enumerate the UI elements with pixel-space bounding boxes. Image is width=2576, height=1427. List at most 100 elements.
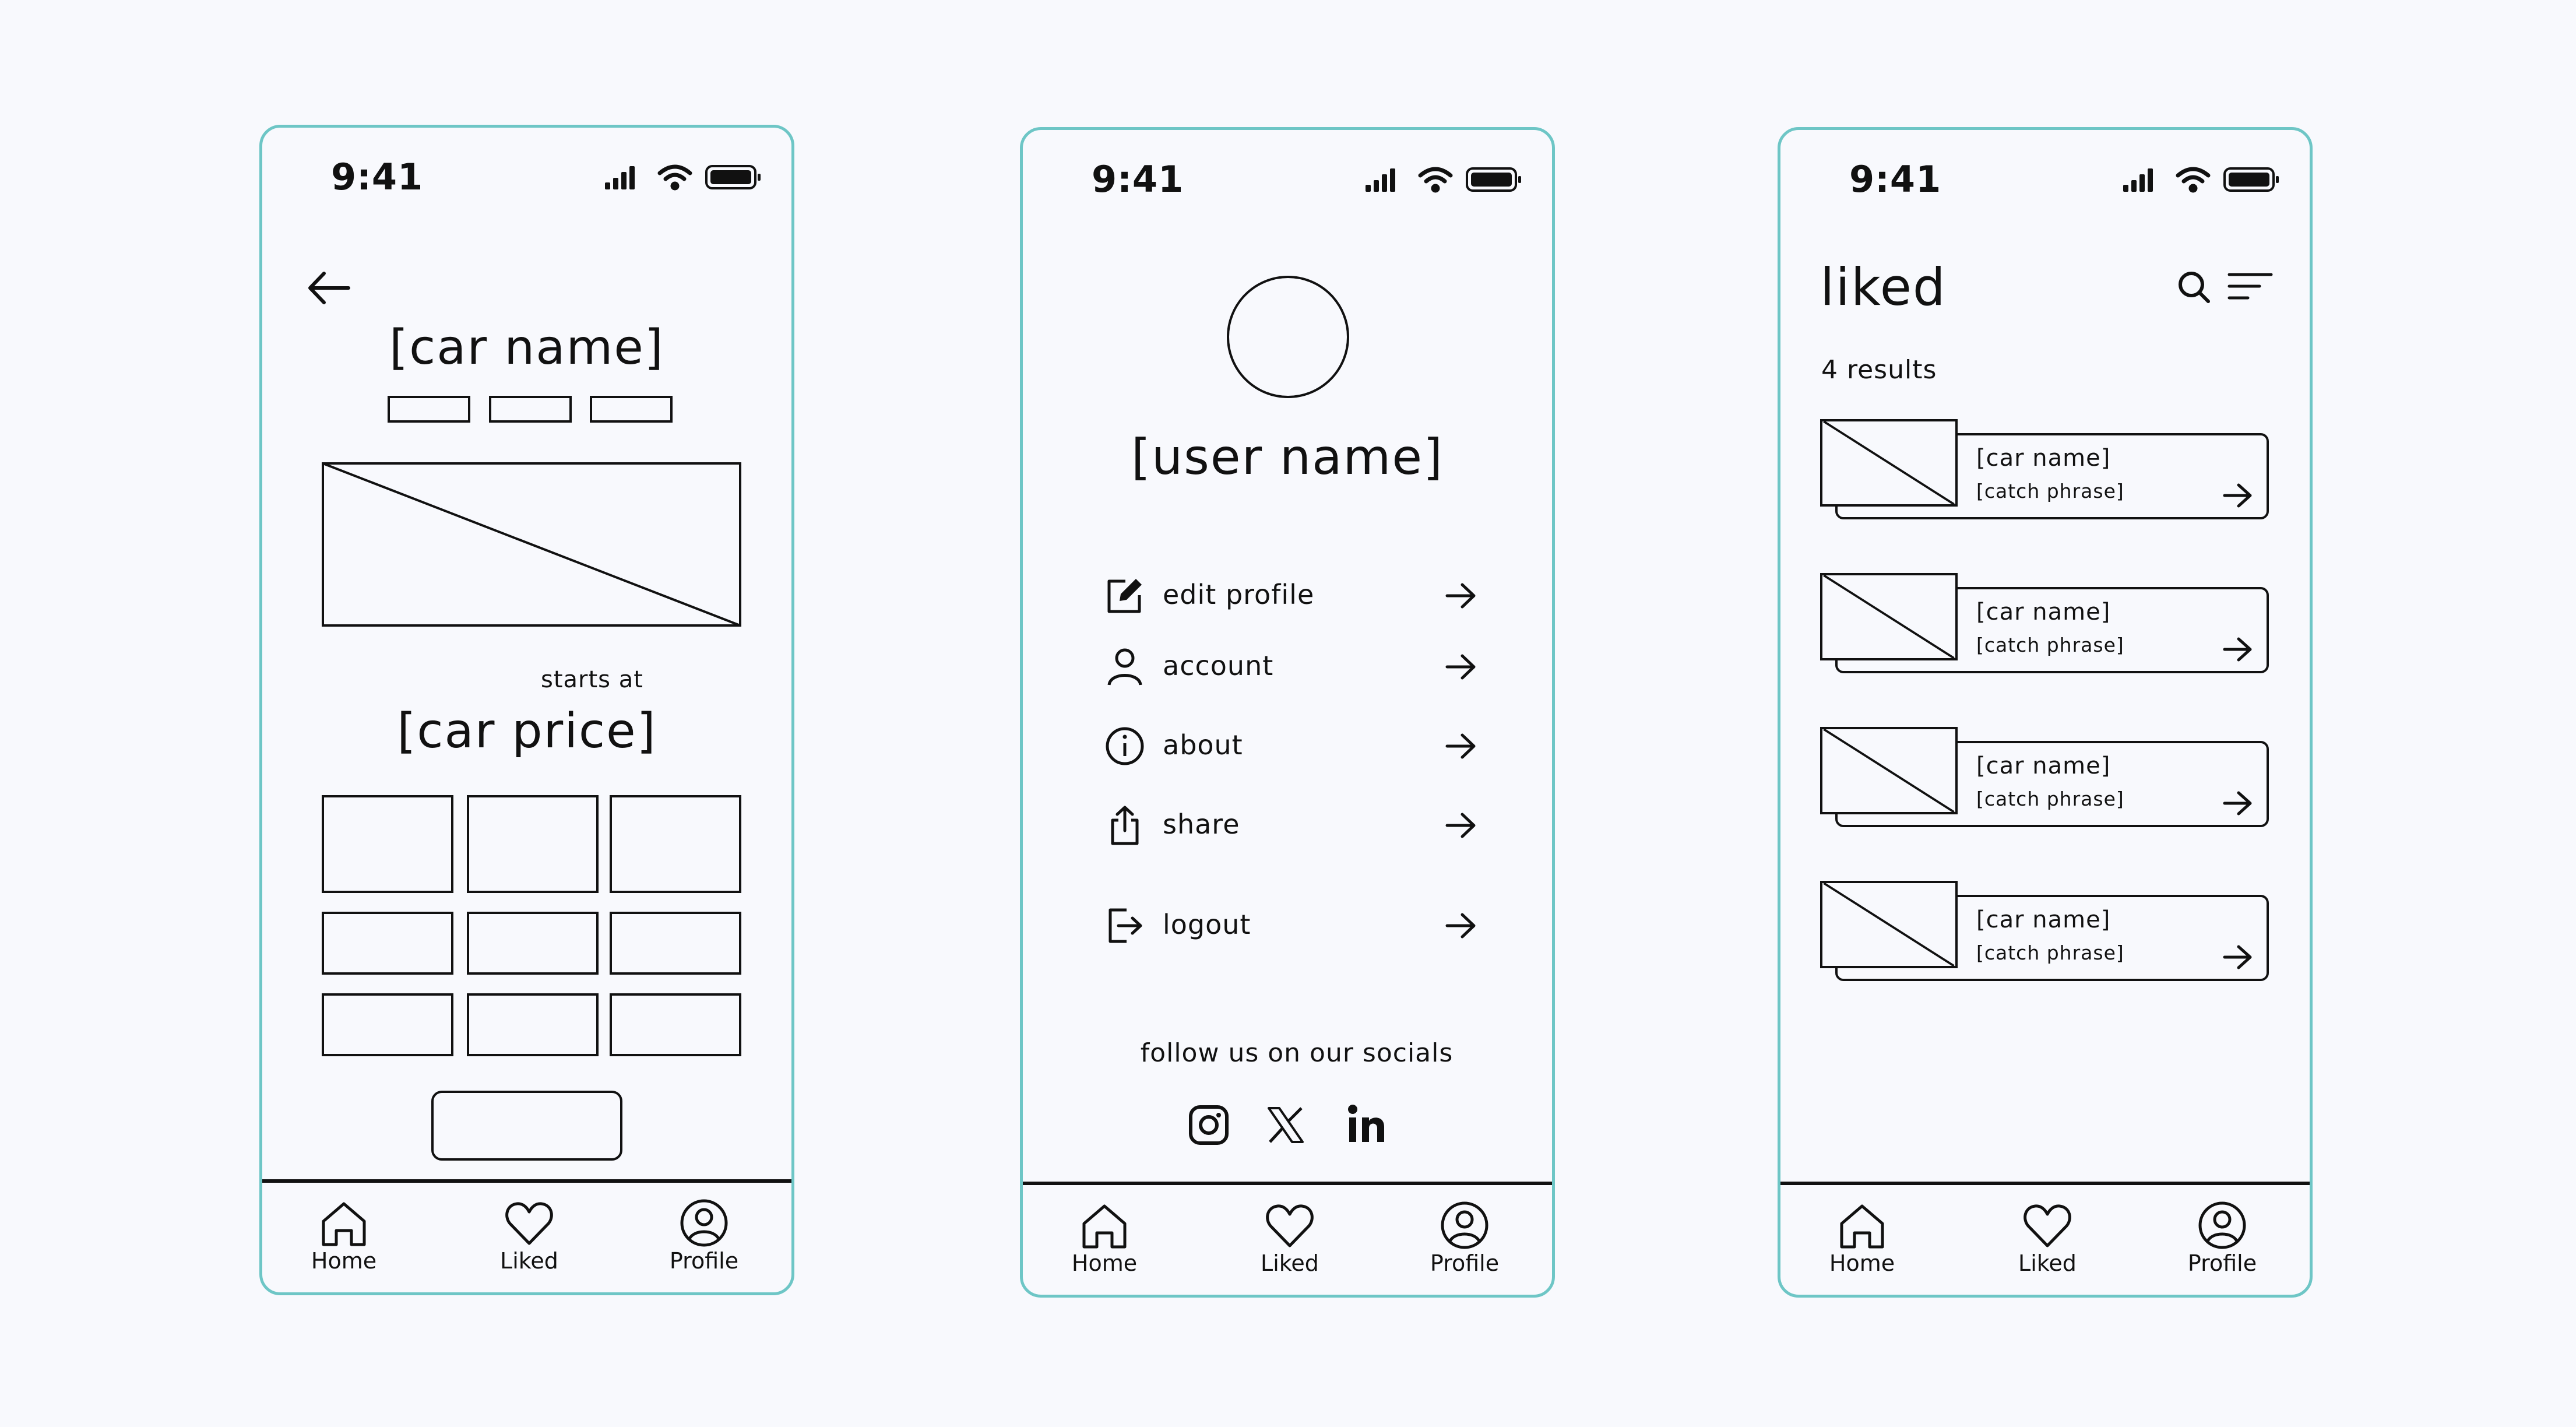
back-arrow-icon[interactable]: [305, 268, 352, 308]
heart-icon: [2024, 1204, 2071, 1247]
wifi-icon: [1418, 167, 1453, 193]
card-catch-phrase: [catch phrase]: [1976, 941, 2124, 964]
tab-home-label: Home: [1071, 1250, 1138, 1276]
tab-liked[interactable]: Liked: [1989, 1199, 2106, 1276]
menu-label: logout: [1163, 909, 1251, 940]
avatar[interactable]: [1227, 276, 1349, 398]
car-price: [car price]: [397, 704, 657, 759]
spec-cell: [610, 993, 741, 1056]
profile-icon: [2198, 1201, 2246, 1249]
search-icon[interactable]: [2177, 270, 2212, 305]
variant-chip-2[interactable]: [489, 396, 572, 423]
battery-icon: [1466, 167, 1521, 192]
status-icons: [2123, 167, 2279, 193]
variant-chip-3[interactable]: [590, 396, 673, 423]
heart-icon: [1266, 1204, 1314, 1247]
home-icon: [1840, 1204, 1884, 1249]
liked-card[interactable]: [car name] [catch phrase]: [1820, 727, 2269, 831]
tab-bar: Home Liked Profile: [1023, 1182, 1552, 1295]
car-image-placeholder: [322, 462, 741, 627]
tab-liked-label: Liked: [1261, 1250, 1319, 1276]
action-button[interactable]: [431, 1091, 622, 1161]
info-icon: [1106, 727, 1144, 765]
arrow-right-icon: [1445, 813, 1476, 838]
arrow-right-icon: [2223, 483, 2252, 508]
tab-home[interactable]: Home: [286, 1197, 402, 1274]
menu-label: share: [1163, 809, 1240, 840]
car-thumbnail: [1820, 881, 1958, 968]
tab-liked[interactable]: Liked: [1231, 1199, 1348, 1276]
tab-profile-label: Profile: [1430, 1250, 1500, 1276]
tab-bar: Home Liked Profile: [262, 1179, 791, 1292]
tab-profile[interactable]: Profile: [1406, 1199, 1523, 1276]
signal-icon: [1366, 168, 1395, 192]
spec-cell: [467, 912, 599, 975]
status-time: 9:41: [1849, 158, 1942, 201]
arrow-right-icon: [1445, 583, 1476, 609]
menu-label: edit profile: [1163, 579, 1315, 610]
tab-home[interactable]: Home: [1804, 1199, 1920, 1276]
logout-icon: [1108, 908, 1142, 943]
tab-home-label: Home: [1829, 1250, 1895, 1276]
user-icon: [1107, 648, 1142, 686]
filter-icon[interactable]: [2227, 270, 2274, 305]
card-car-name: [car name]: [1976, 753, 2111, 779]
arrow-right-icon: [2223, 945, 2252, 969]
linkedin-icon[interactable]: [1346, 1103, 1386, 1144]
tab-home-label: Home: [311, 1248, 377, 1274]
car-detail-screen: 9:41 [car name] starts at [car price] Ho…: [259, 125, 794, 1295]
tab-liked[interactable]: Liked: [471, 1197, 587, 1274]
arrow-right-icon: [2223, 637, 2252, 662]
profile-screen: 9:41 [user name] edit profile account ab…: [1020, 127, 1555, 1298]
home-icon: [1082, 1204, 1127, 1249]
status-time: 9:41: [1092, 158, 1184, 201]
menu-item-logout[interactable]: logout: [1104, 899, 1477, 952]
car-name-title: [car name]: [389, 320, 664, 375]
tab-profile[interactable]: Profile: [2164, 1199, 2281, 1276]
arrow-right-icon: [1445, 654, 1476, 680]
wifi-icon: [657, 164, 692, 191]
menu-item-about[interactable]: about: [1104, 720, 1477, 772]
tab-liked-label: Liked: [500, 1248, 558, 1274]
user-name: [user name]: [1131, 428, 1444, 486]
battery-icon: [705, 165, 761, 189]
wifi-icon: [2176, 167, 2211, 193]
tab-home[interactable]: Home: [1046, 1199, 1163, 1276]
spec-cell: [322, 993, 453, 1056]
card-car-name: [car name]: [1976, 599, 2111, 625]
menu-item-account[interactable]: account: [1104, 641, 1477, 693]
spec-cell: [322, 912, 453, 975]
spec-cell: [610, 912, 741, 975]
liked-card[interactable]: [car name] [catch phrase]: [1820, 419, 2269, 523]
spec-cell: [467, 993, 599, 1056]
tab-liked-label: Liked: [2018, 1250, 2077, 1276]
car-thumbnail: [1820, 419, 1958, 507]
status-icons: [1366, 167, 1521, 193]
battery-icon: [2223, 167, 2279, 192]
instagram-icon[interactable]: [1188, 1105, 1229, 1145]
card-catch-phrase: [catch phrase]: [1976, 788, 2124, 810]
car-thumbnail: [1820, 727, 1958, 814]
signal-icon: [605, 166, 635, 189]
heart-icon: [505, 1202, 553, 1245]
socials-label: follow us on our socials: [1140, 1038, 1454, 1068]
home-icon: [322, 1202, 366, 1246]
arrow-right-icon: [1445, 913, 1476, 939]
tab-profile-label: Profile: [2187, 1250, 2257, 1276]
status-time: 9:41: [331, 156, 424, 198]
x-icon[interactable]: [1266, 1106, 1305, 1144]
results-count: 4 results: [1821, 355, 1937, 385]
liked-card[interactable]: [car name] [catch phrase]: [1820, 881, 2269, 985]
variant-chip-1[interactable]: [388, 396, 470, 423]
profile-icon: [680, 1199, 728, 1247]
card-catch-phrase: [catch phrase]: [1976, 480, 2124, 502]
menu-item-edit-profile[interactable]: edit profile: [1104, 570, 1477, 622]
liked-card[interactable]: [car name] [catch phrase]: [1820, 573, 2269, 677]
arrow-right-icon: [1445, 733, 1476, 759]
spec-cell: [610, 795, 741, 893]
profile-icon: [1441, 1201, 1488, 1249]
car-thumbnail: [1820, 573, 1958, 660]
menu-item-share[interactable]: share: [1104, 799, 1477, 852]
tab-bar: Home Liked Profile: [1780, 1182, 2310, 1295]
tab-profile[interactable]: Profile: [646, 1197, 762, 1274]
